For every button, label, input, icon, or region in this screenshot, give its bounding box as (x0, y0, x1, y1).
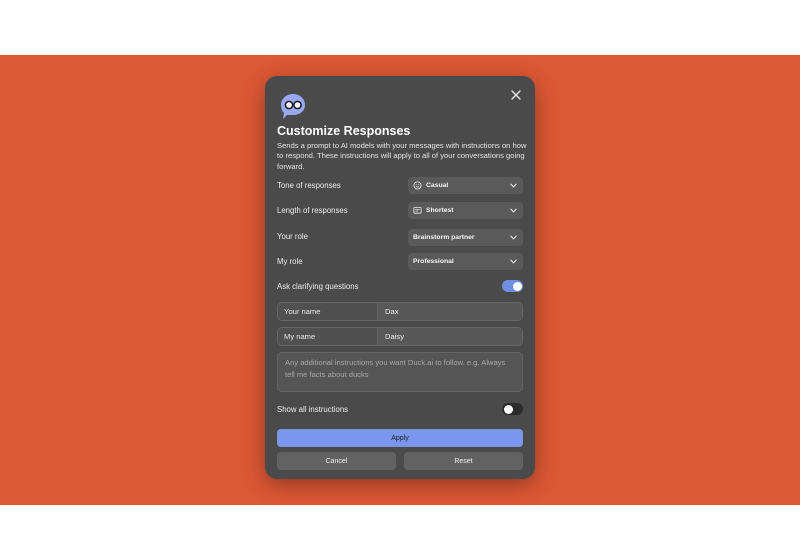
apply-button[interactable]: Apply (277, 429, 523, 447)
chevron-down-icon (510, 235, 517, 240)
toggle-knob (512, 281, 522, 291)
short-text-icon (413, 206, 422, 214)
show-all-instructions-toggle[interactable] (502, 403, 523, 415)
my-role-value: Professional (413, 258, 454, 265)
my-name-label: My name (278, 328, 378, 345)
my-role-select[interactable]: Professional (408, 253, 523, 270)
your-name-field: Your name Dax (277, 302, 523, 321)
clarifying-questions-toggle[interactable] (502, 280, 523, 292)
tone-value: Casual (426, 182, 449, 189)
dialog-description: Sends a prompt to AI models with your me… (277, 141, 527, 171)
reset-button[interactable]: Reset (404, 452, 523, 470)
your-role-value: Brainstorm partner (413, 234, 475, 241)
length-label: Length of responses (277, 206, 348, 215)
chevron-down-icon (510, 208, 517, 213)
show-all-instructions-label: Show all instructions (277, 405, 349, 414)
length-select[interactable]: Shortest (408, 202, 523, 219)
your-name-label: Your name (278, 303, 378, 320)
your-role-label: Your role (277, 232, 308, 241)
chevron-down-icon (510, 259, 517, 264)
my-role-label: My role (277, 257, 303, 266)
tone-label: Tone of responses (277, 181, 341, 190)
cancel-button[interactable]: Cancel (277, 452, 396, 470)
additional-instructions-input[interactable]: Any additional instructions you want Duc… (277, 352, 523, 392)
dialog-title: Customize Responses (277, 124, 411, 138)
my-name-field: My name Daisy (277, 327, 523, 346)
length-value: Shortest (426, 207, 454, 214)
clarifying-questions-label: Ask clarifying questions (277, 282, 359, 291)
tone-select[interactable]: Casual (408, 177, 523, 194)
toggle-knob (503, 404, 513, 414)
my-name-input[interactable]: Daisy (378, 328, 522, 345)
chevron-down-icon (510, 183, 517, 188)
smiley-icon (413, 181, 422, 190)
customize-responses-dialog: Customize Responses Sends a prompt to AI… (265, 76, 535, 479)
your-name-input[interactable]: Dax (378, 303, 522, 320)
duck-chat-glasses-logo (281, 94, 305, 119)
close-icon[interactable] (509, 88, 523, 102)
your-role-select[interactable]: Brainstorm partner (408, 229, 523, 246)
